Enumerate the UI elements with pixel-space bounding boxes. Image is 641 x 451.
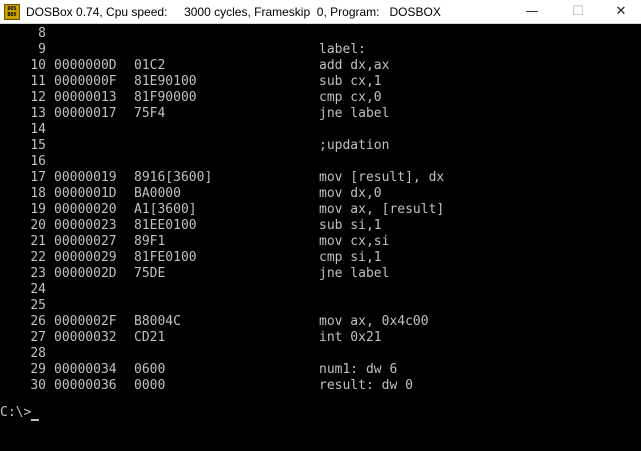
address: 00000023 [54, 218, 117, 233]
machine-code: 75DE [134, 266, 166, 281]
title-bar[interactable]: DOS BOX DOSBox 0.74, Cpu speed: 3000 cyc… [0, 0, 641, 24]
address: 00000013 [54, 90, 117, 105]
source-text: result: dw 0 [319, 378, 413, 393]
machine-code: 81F90000 [134, 90, 197, 105]
source-text: jne label [319, 266, 390, 281]
address: 0000001D [54, 186, 117, 201]
source-text: mov ax, 0x4c00 [319, 314, 429, 329]
source-text: num1: dw 6 [319, 362, 398, 377]
window-controls: — ☐ ✕ [509, 0, 641, 23]
address: 00000036 [54, 378, 117, 393]
dosbox-app-icon[interactable]: DOS BOX [4, 3, 20, 20]
line-number: 13 [30, 106, 46, 121]
source-text: label: [319, 42, 366, 57]
line-number: 11 [30, 74, 46, 89]
address: 00000027 [54, 234, 117, 249]
minimize-button[interactable]: — [509, 0, 555, 23]
dos-console[interactable]: 8 9 label: 10 0000000D 01C2 add dx,ax 11 0000000… [0, 24, 641, 427]
machine-code: 8916[3600] [134, 170, 213, 185]
machine-code: 0600 [134, 362, 166, 377]
prompt-text: C:\> [0, 405, 32, 420]
machine-code: 81E90100 [134, 74, 197, 89]
source-text: mov ax, [result] [319, 202, 445, 217]
source-text: jne label [319, 106, 390, 121]
console-bottom-area [0, 427, 641, 451]
source-text: sub si,1 [319, 218, 382, 233]
source-text: cmp si,1 [319, 250, 382, 265]
machine-code: CD21 [134, 330, 166, 345]
line-number: 20 [30, 218, 46, 233]
command-prompt[interactable]: C:\> [0, 405, 40, 421]
source-text: mov [result], dx [319, 170, 445, 185]
address: 0000000D [54, 58, 117, 73]
line-number: 29 [30, 362, 46, 377]
line-number: 25 [30, 298, 46, 313]
line-number: 24 [30, 282, 46, 297]
machine-code: B8004C [134, 314, 181, 329]
machine-code: BA0000 [134, 186, 181, 201]
line-number: 12 [30, 90, 46, 105]
line-number: 9 [38, 42, 46, 57]
line-number: 17 [30, 170, 46, 185]
machine-code: 75F4 [134, 106, 166, 121]
address: 00000020 [54, 202, 117, 217]
machine-code: 01C2 [134, 58, 166, 73]
line-number: 21 [30, 234, 46, 249]
line-number: 8 [38, 26, 46, 41]
machine-code: A1[3600] [134, 202, 197, 217]
address: 0000002F [54, 314, 117, 329]
console-scrollbar[interactable] [630, 24, 641, 427]
maximize-button[interactable]: ☐ [555, 0, 601, 23]
line-number: 27 [30, 330, 46, 345]
address: 00000017 [54, 106, 117, 121]
source-text: int 0x21 [319, 330, 382, 345]
line-number: 22 [30, 250, 46, 265]
text-cursor [31, 419, 40, 421]
address: 00000029 [54, 250, 117, 265]
machine-code: 81EE0100 [134, 218, 197, 233]
line-number: 26 [30, 314, 46, 329]
line-number: 30 [30, 378, 46, 393]
address: 00000034 [54, 362, 117, 377]
source-text: mov dx,0 [319, 186, 382, 201]
close-button[interactable]: ✕ [601, 0, 641, 23]
line-number: 16 [30, 154, 46, 169]
window-title: DOSBox 0.74, Cpu speed: 3000 cycles, Fra… [26, 4, 441, 19]
address: 0000002D [54, 266, 117, 281]
source-text: ;updation [319, 138, 390, 153]
line-number: 10 [30, 58, 46, 73]
source-text: sub cx,1 [319, 74, 382, 89]
source-text: mov cx,si [319, 234, 390, 249]
source-text: cmp cx,0 [319, 90, 382, 105]
machine-code: 0000 [134, 378, 166, 393]
line-number: 23 [30, 266, 46, 281]
machine-code: 81FE0100 [134, 250, 197, 265]
source-text: add dx,ax [319, 58, 390, 73]
address: 00000019 [54, 170, 117, 185]
line-number: 28 [30, 346, 46, 361]
icon-text-bottom: BOX [7, 11, 17, 18]
address: 00000032 [54, 330, 117, 345]
machine-code: 89F1 [134, 234, 166, 249]
line-number: 14 [30, 122, 46, 137]
line-number: 19 [30, 202, 46, 217]
address: 0000000F [54, 74, 117, 89]
line-number: 15 [30, 138, 46, 153]
line-number: 18 [30, 186, 46, 201]
